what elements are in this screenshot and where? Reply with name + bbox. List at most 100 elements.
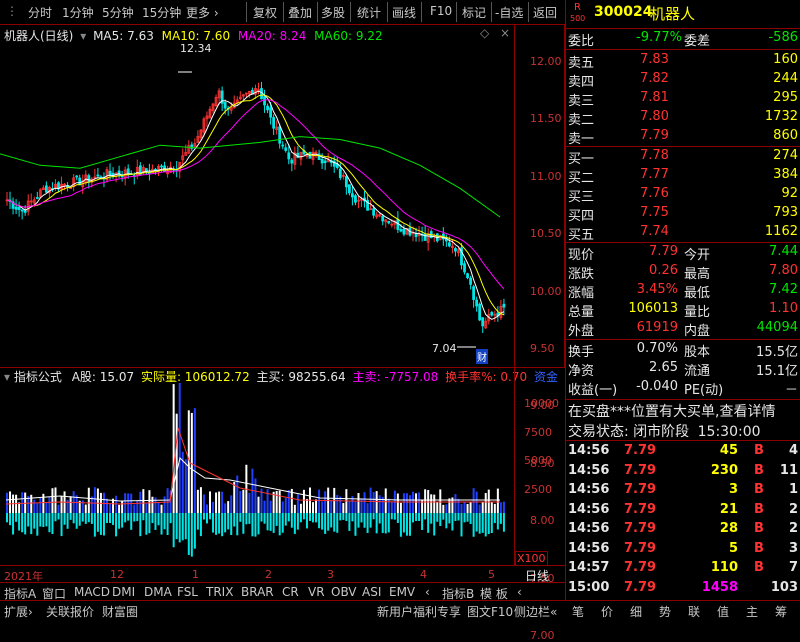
stat-row: 收益(一) -0.040 PE(动) －: [568, 379, 798, 398]
diejia-button[interactable]: 叠加: [288, 4, 312, 21]
tab-obv[interactable]: OBV: [331, 585, 357, 599]
bid-row[interactable]: 买二 7.77 384: [568, 167, 798, 186]
biaoji-button[interactable]: 标记: [462, 4, 486, 21]
zixuan-button[interactable]: -自选: [495, 4, 523, 21]
cai-badge[interactable]: 财: [476, 349, 488, 364]
sell-bar: [315, 513, 318, 523]
tab-lian[interactable]: 联: [688, 603, 700, 620]
sell-bar: [330, 513, 333, 528]
tab-zhu[interactable]: 主: [746, 603, 758, 620]
bid-row[interactable]: 买一 7.78 274: [568, 148, 798, 167]
volume-bar: [448, 498, 451, 513]
stat-value: 7.44: [769, 244, 798, 259]
candle-body: [284, 147, 288, 151]
candle-body: [344, 176, 348, 188]
sell-bar: [30, 513, 33, 535]
duogu-button[interactable]: 多股: [321, 4, 345, 21]
candle-body: [44, 185, 48, 193]
notice-row[interactable]: 在买盘***位置有大买单,查看详情: [568, 401, 798, 420]
x-tick: 1: [192, 568, 199, 581]
volume-bar: [342, 503, 345, 513]
huaxian-button[interactable]: 画线: [392, 4, 416, 21]
candle-body: [287, 152, 291, 160]
tab-jia[interactable]: 价: [601, 603, 613, 620]
tab-chou[interactable]: 筹: [775, 603, 787, 620]
sell-bar: [384, 513, 387, 534]
volume-bar: [472, 488, 475, 513]
sell-bar: [351, 513, 354, 522]
tab-asi[interactable]: ASI: [362, 585, 381, 599]
sell-bar: [154, 513, 157, 530]
tick-count: 2: [788, 521, 798, 536]
tab-dmi[interactable]: DMI: [112, 585, 135, 599]
sell-bar: [72, 513, 75, 524]
tab-vr[interactable]: VR: [308, 585, 325, 599]
tongji-button[interactable]: 统计: [357, 4, 381, 21]
tab-brar[interactable]: BRAR: [241, 585, 274, 599]
tick-side: B: [754, 501, 764, 517]
x-tick: 3: [327, 568, 334, 581]
tab-cr[interactable]: CR: [282, 585, 299, 599]
r-badge: R 500: [570, 2, 586, 23]
new-user-link[interactable]: 新用户福利专享: [377, 603, 461, 620]
notice-text[interactable]: 在买盘***位置有大买单,查看详情: [568, 404, 775, 420]
fuquan-button[interactable]: 复权: [253, 4, 277, 21]
bid-row[interactable]: 买四 7.75 793: [568, 205, 798, 224]
y-tick: 10.00: [530, 284, 562, 298]
sell-bar: [230, 513, 233, 536]
tab-dma[interactable]: DMA: [144, 585, 172, 599]
tab-macd[interactable]: MACD: [74, 585, 110, 599]
kline-chart[interactable]: 机器人(日线) ▾ MA5: 7.63 MA10: 7.60 MA20: 8.2…: [0, 24, 565, 642]
tab-fenshi[interactable]: 分时: [28, 4, 52, 21]
candle-body: [320, 158, 324, 164]
volume-bar: [221, 491, 224, 513]
volume-bar: [230, 495, 233, 513]
tab-wealth-circle[interactable]: 财富圈: [102, 603, 138, 620]
sell-bar: [109, 513, 112, 524]
tab-emv[interactable]: EMV: [389, 585, 415, 599]
indicator-panel[interactable]: ▾ 指标公式 A股: 15.07 实际量: 106012.72 主买: 9825…: [0, 368, 565, 566]
stat-row: 外盘 61919 内盘 44094: [568, 320, 798, 339]
volume-bar: [424, 489, 427, 513]
expand-button[interactable]: 扩展›: [4, 603, 33, 620]
candle-body: [223, 102, 227, 109]
tab-15min[interactable]: 15分钟: [142, 4, 181, 21]
ask-row[interactable]: 卖一 7.79 860: [568, 128, 798, 147]
back-button[interactable]: 返回: [533, 4, 557, 21]
ask-row[interactable]: 卖三 7.81 295: [568, 90, 798, 109]
tab-5min[interactable]: 5分钟: [102, 4, 134, 21]
scroll-left-icon[interactable]: ‹: [517, 585, 522, 599]
bid-row[interactable]: 买三 7.76 92: [568, 186, 798, 205]
tab-trix[interactable]: TRIX: [206, 585, 233, 599]
sell-bar: [24, 513, 27, 535]
stat-value: 2.65: [649, 360, 678, 375]
sell-bar: [421, 513, 424, 530]
tab-shi[interactable]: 势: [659, 603, 671, 620]
candle-body: [475, 299, 479, 307]
candle-body: [478, 303, 482, 321]
ask-row[interactable]: 卖五 7.83 160: [568, 52, 798, 71]
f10-graphic-link[interactable]: 图文F10: [467, 603, 513, 620]
candle-body: [402, 228, 406, 235]
sell-bar: [145, 513, 148, 535]
scroll-left-icon[interactable]: ‹: [425, 585, 430, 599]
sell-bar: [399, 513, 402, 537]
tab-xi[interactable]: 细: [630, 603, 642, 620]
tab-zhi[interactable]: 值: [717, 603, 729, 620]
tab-fsl[interactable]: FSL: [177, 585, 198, 599]
bid-row[interactable]: 买五 7.74 1162: [568, 224, 798, 243]
volume-bar: [48, 496, 51, 513]
f10-button[interactable]: F10: [430, 4, 452, 18]
bid-label: 买二: [568, 171, 595, 186]
tab-related-quotes[interactable]: 关联报价: [46, 603, 94, 620]
sell-bar: [142, 513, 145, 521]
sidebar-toggle[interactable]: 侧边栏«: [514, 603, 557, 620]
tab-more[interactable]: 更多 ›: [186, 4, 219, 21]
ask-row[interactable]: 卖四 7.82 244: [568, 71, 798, 90]
volume-bar: [390, 501, 393, 513]
tab-1min[interactable]: 1分钟: [62, 4, 94, 21]
ask-row[interactable]: 卖二 7.80 1732: [568, 109, 798, 128]
tick-count: 2: [788, 501, 798, 517]
tab-bi[interactable]: 笔: [572, 603, 584, 620]
sell-bar: [96, 513, 99, 532]
